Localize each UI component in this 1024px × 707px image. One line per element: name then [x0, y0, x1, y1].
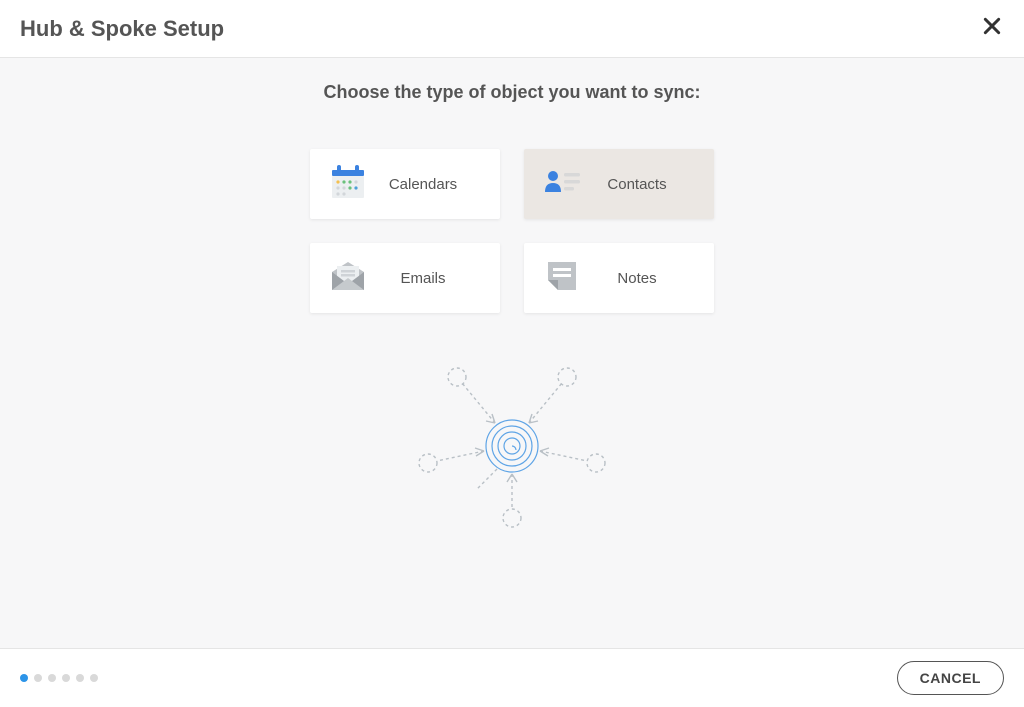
option-notes[interactable]: Notes — [524, 243, 714, 313]
instruction-text: Choose the type of object you want to sy… — [323, 82, 700, 103]
notes-icon — [540, 254, 584, 302]
object-type-grid: Calendars Contacts — [310, 149, 714, 313]
step-dot — [20, 674, 28, 682]
dialog-body: Choose the type of object you want to sy… — [0, 58, 1024, 648]
step-dot — [90, 674, 98, 682]
dialog-header: Hub & Spoke Setup — [0, 0, 1024, 58]
calendar-icon — [326, 160, 370, 208]
email-icon — [326, 254, 370, 302]
step-dot — [76, 674, 84, 682]
dialog-footer: CANCEL — [0, 648, 1024, 707]
dialog-title: Hub & Spoke Setup — [20, 16, 224, 42]
close-icon — [982, 16, 1002, 41]
hub-spoke-illustration — [407, 361, 617, 536]
cancel-button[interactable]: CANCEL — [897, 661, 1004, 695]
option-label: Contacts — [596, 176, 698, 193]
step-dot — [62, 674, 70, 682]
contacts-icon — [540, 160, 584, 208]
option-label: Emails — [382, 270, 484, 287]
option-label: Calendars — [382, 176, 484, 193]
step-indicator — [20, 674, 98, 682]
option-emails[interactable]: Emails — [310, 243, 500, 313]
close-button[interactable] — [980, 17, 1004, 41]
step-dot — [48, 674, 56, 682]
option-contacts[interactable]: Contacts — [524, 149, 714, 219]
option-calendars[interactable]: Calendars — [310, 149, 500, 219]
step-dot — [34, 674, 42, 682]
option-label: Notes — [596, 270, 698, 287]
